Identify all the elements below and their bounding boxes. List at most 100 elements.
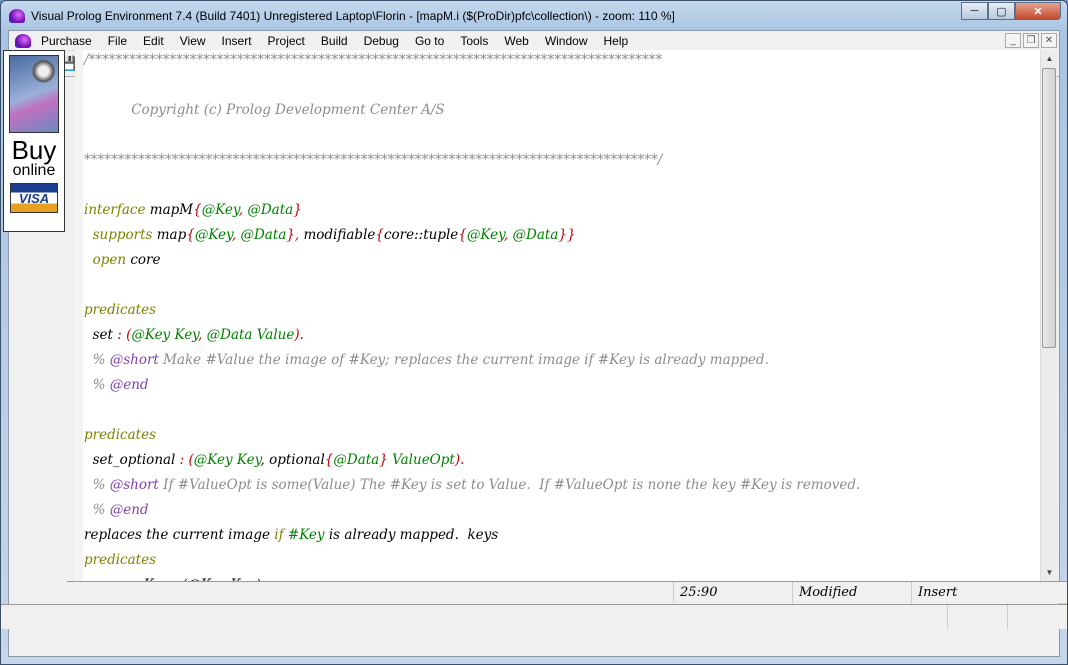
code-token: core	[130, 252, 161, 268]
vertical-scrollbar[interactable]: ▲ ▼	[1040, 50, 1057, 581]
code-token: }}	[558, 227, 576, 243]
code-token: set_optional	[84, 452, 176, 468]
code-token: if	[274, 527, 284, 543]
code-token: predicates	[84, 302, 156, 318]
code-token: core::tuple	[383, 227, 459, 243]
menu-web[interactable]: Web	[496, 34, 536, 48]
code-line: open core	[84, 248, 860, 273]
code-line: Copyright (c) Prolog Development Center …	[84, 98, 860, 123]
menu-help[interactable]: Help	[596, 34, 637, 48]
visa-logo: VISA	[10, 183, 58, 213]
menu-tools[interactable]: Tools	[452, 34, 496, 48]
code-token: ValueOpt	[392, 452, 455, 468]
code-token: {	[458, 227, 467, 243]
scroll-up-icon[interactable]: ▲	[1041, 50, 1058, 67]
code-token: @Key	[201, 202, 239, 218]
code-token: /***************************************…	[84, 52, 663, 68]
code-token: interface	[84, 202, 150, 218]
code-token: supports	[84, 227, 157, 243]
code-token: ,	[503, 227, 513, 243]
code-token: ,	[198, 327, 207, 343]
code-line: interface mapM{@Key, @Data}	[84, 198, 860, 223]
code-token: mapM	[149, 202, 194, 218]
code-token: @Data	[333, 452, 380, 468]
code-token: ).	[454, 452, 465, 468]
insert-mode: Insert	[911, 582, 1011, 603]
code-token: ****************************************…	[84, 152, 663, 168]
menu-insert[interactable]: Insert	[214, 34, 260, 48]
code-line: % @short Make #Value the image of #Key; …	[84, 348, 860, 373]
online-label: online	[12, 162, 56, 179]
cursor-position: 25:90	[673, 582, 792, 603]
code-line: % @end	[84, 498, 860, 523]
code-line: predicates	[84, 298, 860, 323]
code-token: @Data	[512, 227, 559, 243]
app-window: Visual Prolog Environment 7.4 (Build 740…	[0, 0, 1068, 665]
maximize-button[interactable]: ▢	[988, 2, 1015, 20]
minimize-button[interactable]: ─	[961, 2, 988, 20]
code-line: removeKey : (@Key Key).	[84, 573, 860, 581]
code-token: %	[84, 352, 110, 368]
buy-label: Buy	[11, 135, 57, 165]
scroll-thumb[interactable]	[1042, 68, 1056, 348]
code-line: ****************************************…	[84, 148, 860, 173]
code-token: set	[84, 327, 113, 343]
menu-go-to[interactable]: Go to	[407, 34, 452, 48]
code-token: }	[379, 452, 393, 468]
buy-online-panel[interactable]: Buy online VISA	[3, 50, 65, 232]
code-token: optional	[269, 452, 325, 468]
code-token: },	[286, 227, 304, 243]
menu-debug[interactable]: Debug	[356, 34, 407, 48]
code-token: @Key Key	[193, 452, 261, 468]
code-token: @end	[109, 377, 149, 393]
buy-banner-image	[9, 55, 59, 133]
code-editor[interactable]: /***************************************…	[75, 50, 1040, 581]
code-token: {	[186, 227, 195, 243]
app-status-bar	[1, 604, 1067, 629]
code-line: % @end	[84, 373, 860, 398]
code-token: @end	[109, 502, 149, 518]
code-token: @Key Key	[131, 327, 199, 343]
code-token: replaces the current image	[84, 527, 275, 543]
window-title: Visual Prolog Environment 7.4 (Build 740…	[31, 9, 675, 23]
code-line: supports map{@Key, @Data}, modifiable{co…	[84, 223, 860, 248]
code-token: %	[84, 502, 110, 518]
menu-purchase[interactable]: Purchase	[33, 34, 100, 48]
title-bar: Visual Prolog Environment 7.4 (Build 740…	[9, 6, 675, 26]
code-token: ,	[260, 452, 270, 468]
mdi-close-button[interactable]: ✕	[1041, 33, 1057, 48]
code-token: @Key	[466, 227, 504, 243]
menu-project[interactable]: Project	[260, 34, 313, 48]
code-token: @short	[109, 477, 159, 493]
code-token: : (	[175, 452, 194, 468]
code-token: predicates	[84, 552, 156, 568]
mdi-minimize-button[interactable]: _	[1005, 33, 1021, 48]
mdi-restore-button[interactable]: ❐	[1023, 33, 1039, 48]
code-token: Make #Value the image of #Key; replaces …	[158, 352, 769, 368]
menu-file[interactable]: File	[100, 34, 135, 48]
code-line: set : (@Key Key, @Data Value).	[84, 323, 860, 348]
code-token: ).	[294, 327, 304, 343]
modified-status: Modified	[792, 582, 911, 603]
code-token: If #ValueOpt is some(Value) The #Key is …	[158, 477, 861, 493]
menu-build[interactable]: Build	[313, 34, 356, 48]
menu-window[interactable]: Window	[537, 34, 596, 48]
scroll-down-icon[interactable]: ▼	[1041, 564, 1058, 581]
app-icon	[9, 9, 25, 23]
code-token: Copyright (c) Prolog Development Center …	[84, 102, 445, 118]
menu-view[interactable]: View	[172, 34, 214, 48]
code-line: set_optional : (@Key Key, optional{@Data…	[84, 448, 860, 473]
menu-edit[interactable]: Edit	[135, 34, 172, 48]
code-line: predicates	[84, 548, 860, 573]
editor-gutter	[75, 50, 83, 581]
code-token: {	[193, 202, 202, 218]
close-button[interactable]: ✕	[1015, 2, 1061, 20]
code-token: %	[84, 477, 110, 493]
doc-icon[interactable]	[15, 33, 31, 48]
code-token: @Data	[247, 202, 294, 218]
code-token: @Key	[194, 227, 232, 243]
